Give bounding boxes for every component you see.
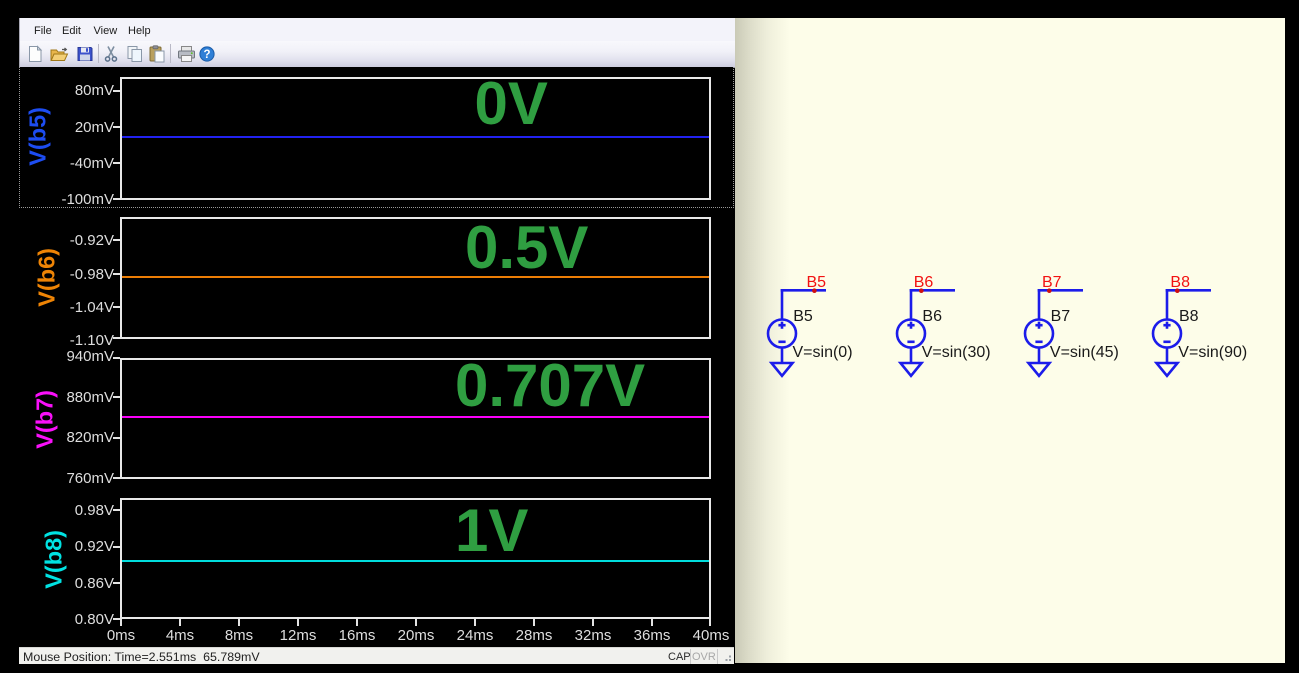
- svg-text:?: ?: [203, 49, 210, 61]
